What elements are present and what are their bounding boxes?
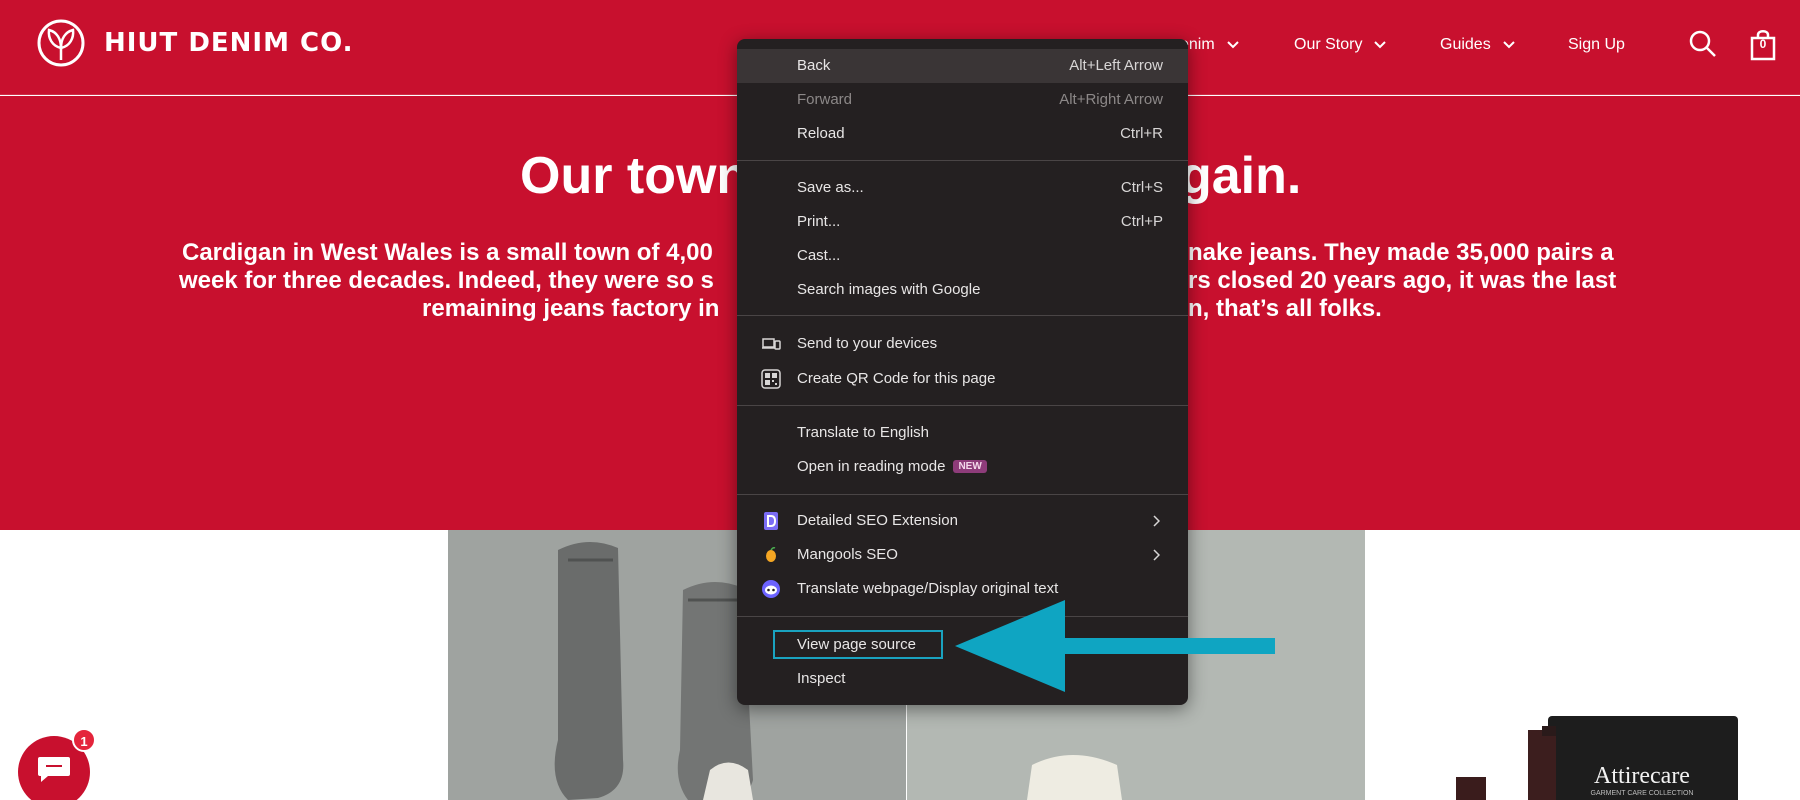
mangools-icon [766,547,776,562]
menu-item-print[interactable]: Print... Ctrl+P [737,205,1188,239]
nav-item-label: Our Story [1294,36,1363,53]
attirecare-brand-text: Attirecare [1594,763,1690,789]
menu-item-shortcut: Ctrl+P [1120,213,1163,230]
view-source-highlight-box [773,630,943,659]
menu-item-translate-english[interactable]: Translate to English [737,416,1188,450]
chevron-down-icon [1374,41,1387,49]
chevron-right-icon [1153,549,1160,561]
menu-item-shortcut: Ctrl+S [1120,179,1163,196]
hero-line-1-right: nake jeans. They made 35,000 pairs a [1188,239,1614,266]
nav-item-label: Sign Up [1568,36,1625,53]
chevron-right-icon [1153,515,1160,527]
menu-item-label: Reload [797,125,845,142]
menu-item-search-images[interactable]: Search images with Google [737,273,1188,307]
menu-item-label: Print... [797,213,841,230]
nav-item-sign-up[interactable]: Sign Up [1568,33,1625,57]
menu-item-detailed-seo[interactable]: Detailed SEO Extension [737,504,1188,538]
menu-item-label: Cast... [797,247,841,264]
menu-item-forward[interactable]: Forward Alt+Right Arrow [737,83,1188,117]
product-image-attirecare[interactable]: Attirecare GARMENT CARE COLLECTION [1366,530,1800,800]
attirecare-sub-text: GARMENT CARE COLLECTION [1591,790,1694,797]
menu-item-qr-code[interactable]: Create QR Code for this page [737,362,1188,396]
menu-item-send-to-devices[interactable]: Send to your devices [737,327,1188,361]
nav-item-our-story[interactable]: Our Story [1294,33,1387,57]
menu-item-label: Search images with Google [797,281,981,298]
menu-item-label: Translate webpage/Display original text [797,580,1059,597]
hero-line-3-left: remaining jeans factory in [422,295,720,322]
search-icon[interactable] [1688,29,1718,59]
menu-item-label: Create QR Code for this page [797,370,996,387]
attirecare-product-illustration: Attirecare GARMENT CARE COLLECTION [1456,716,1738,800]
devices-icon [762,338,781,350]
menu-item-reload[interactable]: Reload Ctrl+R [737,117,1188,151]
nav-item-guides[interactable]: Guides [1440,33,1515,57]
menu-separator [737,405,1188,406]
menu-item-label: Forward [797,91,853,108]
menu-item-label: Back [797,57,831,74]
menu-item-label: Inspect [797,670,846,687]
pointer-arrow-icon [955,600,1275,692]
hero-title-right: gain. [1180,147,1302,205]
hero-line-2-left: week for three decades. Indeed, they wer… [179,267,714,294]
hero-line-2-right: rs closed 20 years ago, it was the last [1188,267,1617,294]
chat-bubble-icon [38,757,70,782]
cart-count: 0 [1759,37,1767,51]
menu-item-shortcut: Alt+Left Arrow [1069,57,1163,74]
menu-item-label: Mangools SEO [797,546,898,563]
menu-item-label: Save as... [797,179,864,196]
menu-item-label: Send to your devices [797,335,938,352]
chevron-down-icon [1502,41,1515,49]
leaf-logo-icon [37,19,85,67]
hero-title-left: Our town [520,147,749,205]
menu-item-label: Detailed SEO Extension [797,512,958,529]
nav-item-label: Guides [1440,36,1491,53]
menu-item-back[interactable]: Back Alt+Left Arrow [737,49,1188,83]
detailed-seo-extension-icon [764,512,778,530]
menu-item-mangools-seo[interactable]: Mangools SEO [737,538,1188,572]
menu-separator [737,494,1188,495]
chevron-down-icon [1226,41,1239,49]
menu-item-label: Open in reading mode NEW [797,458,987,475]
new-badge: NEW [953,460,987,473]
menu-item-shortcut: Alt+Right Arrow [1059,91,1163,108]
qr-code-icon [761,369,781,389]
reading-mode-label: Open in reading mode [797,458,946,475]
brand-name: HIUT DENIM CO. [104,28,354,58]
chat-notification-badge: 1 [72,728,96,752]
menu-item-reading-mode[interactable]: Open in reading mode NEW [737,450,1188,484]
menu-item-cast[interactable]: Cast... [737,239,1188,273]
hero-line-1-left: Cardigan in West Wales is a small town o… [182,239,713,266]
menu-item-save-as[interactable]: Save as... Ctrl+S [737,171,1188,205]
nav-item-denim[interactable]: enim [1180,33,1239,57]
menu-item-label: Translate to English [797,424,930,441]
menu-separator [737,160,1188,161]
translate-extension-icon [762,580,780,598]
menu-item-shortcut: Ctrl+R [1120,125,1163,142]
hero-line-3-right: n, that’s all folks. [1188,295,1382,322]
menu-separator [737,315,1188,316]
brand-logo[interactable]: HIUT DENIM CO. [36,18,354,68]
